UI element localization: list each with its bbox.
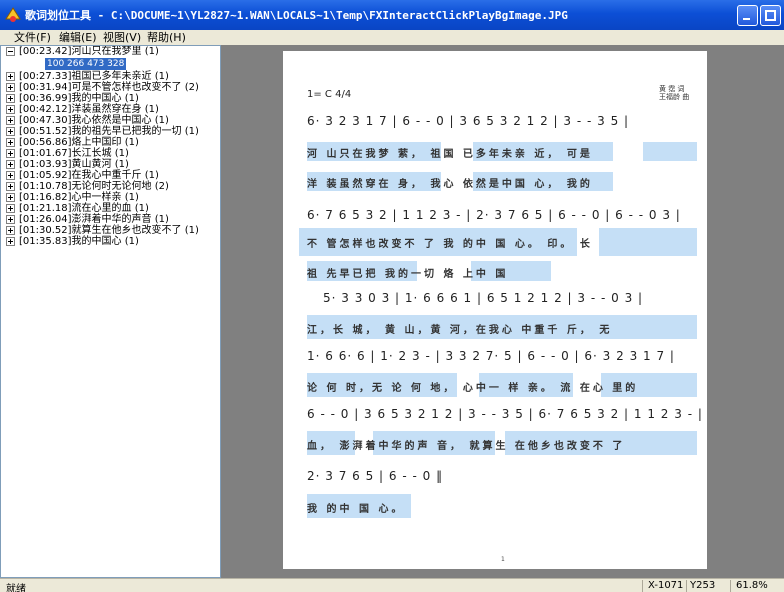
tree-item[interactable]: [00:36.99]我的中国心 (1) [1,93,220,104]
tree-item-label: [01:03.93]黄山黄河 (1) [19,159,129,170]
expand-icon[interactable] [6,204,15,213]
expand-icon[interactable] [6,72,15,81]
tree-child-coordinates[interactable]: 100 266 473 328 [45,58,127,70]
tree-item[interactable]: [00:27.33]祖国已多年未亲近 (1) [1,71,220,82]
notation-line: 5· 3 3 0 3 | 1· 6 6 6 1 | 6 5 1 2 1 2 | … [323,291,644,305]
status-divider [686,580,687,592]
expand-icon[interactable] [6,182,15,191]
expand-icon[interactable] [6,127,15,136]
expand-icon[interactable] [6,193,15,202]
notation-line: 6· 7 6 5 3 2 | 1 1 2 3 - | 2· 3 7 6 5 | … [307,208,681,222]
tree-item[interactable]: [01:30.52]就算生在他乡也改变不了 (1) [1,225,220,236]
status-bar: 就绪 X-1071 Y253 61.8% [0,578,784,592]
tree-item[interactable]: [01:03.93]黄山黄河 (1) [1,159,220,170]
lyric-line: 我 的中 国 心。 [307,504,405,515]
tree-item-label: [00:56.86]烙上中国印 (1) [19,137,139,148]
tree-item[interactable]: [00:31.94]可是不管怎样也改变不了 (2) [1,82,220,93]
tree-item[interactable]: [00:47.30]我心依然是中国心 (1) [1,115,220,126]
tree-item[interactable]: [00:51.52]我的祖先早已把我的一切 (1) [1,126,220,137]
tree-item-label: [00:47.30]我心依然是中国心 (1) [19,115,169,126]
tree-item-label: [01:35.83]我的中国心 (1) [19,236,139,247]
score-page[interactable]: 1= C 4/4 黄 霑 词 王福龄 曲 6· 3 2 3 1 7 | 6 - … [283,51,707,569]
lyric-line: 血， 澎湃着中华的声 音， 就算生 在他乡也改变不 了 [307,441,626,452]
tree-item[interactable]: [00:23.42]河山只在我梦里 (1) [1,46,220,57]
maximize-button[interactable] [760,5,781,26]
menu-edit[interactable]: 编辑(E) [57,30,99,45]
tree-item[interactable]: [01:26.04]澎湃着中华的声音 (1) [1,214,220,225]
lyric-line: 论 何 时，无 论 何 地， 心中一 样 亲。 流 在心 里的 [307,383,639,394]
status-divider [730,580,731,592]
tree-item-label: [01:05.92]在我心中重千斤 (1) [19,170,159,181]
expand-icon[interactable] [6,149,15,158]
maximize-icon [765,10,776,21]
lyric-line: 祖 先早已把 我的一切 烙 上中 国 [307,269,509,280]
tree-item-label: [00:23.42]河山只在我梦里 (1) [19,46,159,57]
tree-item[interactable]: [01:35.83]我的中国心 (1) [1,236,220,247]
tree-item-label: [00:31.94]可是不管怎样也改变不了 (2) [19,82,199,93]
tree-item[interactable]: [01:10.78]无论何时无论何地 (2) [1,181,220,192]
tree-item-label: [01:10.78]无论何时无论何地 (2) [19,181,169,192]
menu-view[interactable]: 视图(V) [101,30,143,45]
lyric-highlight[interactable] [643,142,697,161]
tree-item[interactable]: [01:05.92]在我心中重千斤 (1) [1,170,220,181]
lyricist-credit: 黄 霑 词 [659,85,685,93]
tree-item[interactable]: [00:42.12]洋装虽然穿在身 (1) [1,104,220,115]
expand-icon[interactable] [6,215,15,224]
expand-icon[interactable] [6,138,15,147]
image-viewer[interactable]: 1= C 4/4 黄 霑 词 王福龄 曲 6· 3 2 3 1 7 | 6 - … [221,45,784,578]
tree-item-label: [01:21.18]流在心里的血 (1) [19,203,149,214]
minimize-icon [743,18,750,20]
title-bar: 歌词划位工具 - C:\DOCUME~1\YL2827~1.WAN\LOCALS… [0,0,784,30]
expand-icon[interactable] [6,171,15,180]
minimize-button[interactable] [737,5,758,26]
tree-item-label: [00:36.99]我的中国心 (1) [19,93,139,104]
tree-item-label: [01:01.67]长江长城 (1) [19,148,129,159]
collapse-icon[interactable] [6,47,15,56]
lyric-tree[interactable]: [00:23.42]河山只在我梦里 (1) 100 266 473 328 [0… [0,45,221,578]
expand-icon[interactable] [6,105,15,114]
tree-item[interactable]: [00:56.86]烙上中国印 (1) [1,137,220,148]
tree-item-label: [00:51.52]我的祖先早已把我的一切 (1) [19,126,199,137]
tree-item-label: [01:30.52]就算生在他乡也改变不了 (1) [19,225,199,236]
app-icon [5,7,21,22]
lyric-line: 河 山只在我梦 萦， 祖国 已多年未亲 近， 可是 [307,149,593,160]
expand-icon[interactable] [6,94,15,103]
lyric-highlight[interactable] [599,228,697,256]
notation-line: 6· 3 2 3 1 7 | 6 - - 0 | 3 6 5 3 2 1 2 |… [307,114,630,128]
notation-line: 1· 6 6· 6 | 1· 2 3 - | 3 3 2 7· 5 | 6 - … [307,349,675,363]
key-signature: 1= C 4/4 [307,89,352,100]
expand-icon[interactable] [6,116,15,125]
status-message: 就绪 [6,584,26,592]
tree-item-label: [00:42.12]洋装虽然穿在身 (1) [19,104,159,115]
menu-bar: 文件(F) 编辑(E) 视图(V) 帮助(H) [0,30,784,45]
tree-item[interactable]: [01:21.18]流在心里的血 (1) [1,203,220,214]
composer-credit: 王福龄 曲 [659,93,690,101]
tree-item-label: [00:27.33]祖国已多年未亲近 (1) [19,71,169,82]
notation-line: 2· 3 7 6 5 | 6 - - 0 ‖ [307,469,444,483]
window-title: 歌词划位工具 - C:\DOCUME~1\YL2827~1.WAN\LOCALS… [25,9,568,22]
notation-line: 6 - - 0 | 3 6 5 3 2 1 2 | 3 - - 3 5 | 6·… [307,407,703,421]
tree-item[interactable]: [01:01.67]长江长城 (1) [1,148,220,159]
menu-help[interactable]: 帮助(H) [145,30,188,45]
lyric-line: 江，长 城， 黄 山，黄 河，在我心 中重千 斤， 无 [307,325,613,336]
status-x: X-1071 [648,580,684,591]
expand-icon[interactable] [6,83,15,92]
page-number: 1 [501,556,505,563]
tree-item-label: [01:16.82]心中一样亲 (1) [19,192,139,203]
status-divider [642,580,643,592]
menu-file[interactable]: 文件(F) [12,30,53,45]
tree-item[interactable]: [01:16.82]心中一样亲 (1) [1,192,220,203]
expand-icon[interactable] [6,237,15,246]
tree-item-label: [01:26.04]澎湃着中华的声音 (1) [19,214,169,225]
expand-icon[interactable] [6,160,15,169]
lyric-line: 洋 装虽然穿在 身， 我心 依然是中国 心， 我的 [307,179,593,190]
status-zoom: 61.8% [736,580,768,591]
status-y: Y253 [690,580,716,591]
lyric-line: 不 管怎样也改变不 了 我 的中 国 心。 印。 长 [307,239,593,250]
score-credits: 黄 霑 词 王福龄 曲 [659,85,689,101]
expand-icon[interactable] [6,226,15,235]
